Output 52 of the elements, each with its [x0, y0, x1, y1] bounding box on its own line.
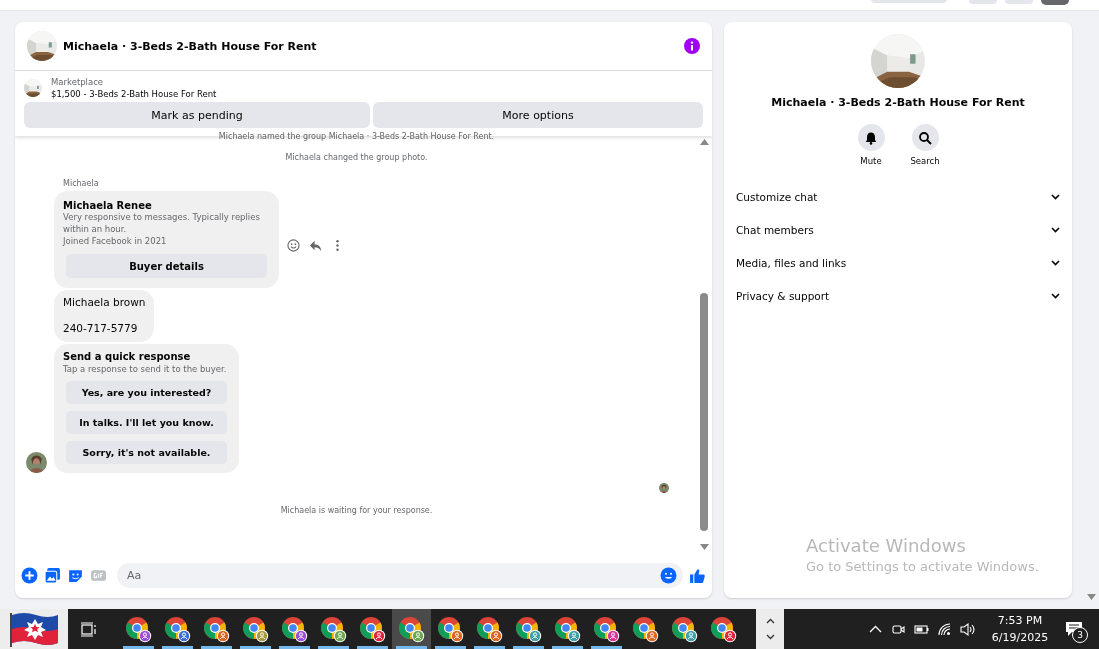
taskbar-clock[interactable]: 7:53 PM 6/19/2025 [989, 612, 1051, 646]
message-text: Michaela brown [63, 296, 146, 309]
bell-icon [864, 130, 878, 145]
listing-action-button[interactable]: More options [373, 102, 703, 128]
notification-count: 3 [1072, 627, 1088, 643]
section-header[interactable]: Customize chat [736, 180, 1060, 213]
scroll-up-arrow-icon[interactable] [699, 139, 709, 145]
task-view-icon[interactable] [79, 620, 97, 638]
quick-response-title: Send a quick response [63, 351, 192, 362]
system-message: Michaela named the group Michaela · 3-Beds 2-Bath House For Rent. [217, 132, 496, 141]
activation-title: Activate Windows [806, 535, 967, 556]
scrollbar-thumb[interactable] [700, 293, 708, 531]
thumbs-up-icon[interactable] [689, 567, 706, 584]
profile-detail: Joined Facebook in 2021 [63, 235, 168, 247]
chevron-down-icon[interactable] [765, 634, 775, 640]
taskbar-app[interactable] [392, 609, 431, 649]
wifi-icon[interactable] [937, 621, 952, 637]
listing-source: Marketplace [51, 77, 105, 87]
sticker-icon[interactable] [67, 567, 84, 584]
scroll-down-arrow-icon[interactable] [1087, 594, 1096, 600]
listing-title: $1,500 - 3-Beds 2-Bath House For Rent [51, 89, 217, 99]
composer-field[interactable]: Aa [117, 563, 683, 588]
sender-name: Michaela [63, 179, 100, 188]
system-message: Michaela changed the group photo. [284, 153, 429, 162]
quick-response-button[interactable]: Yes, are you interested? [66, 381, 227, 404]
chevron-up-icon[interactable] [765, 618, 775, 624]
message-input[interactable]: Aa [125, 568, 660, 583]
photo-icon[interactable] [44, 567, 61, 584]
search-icon [918, 130, 932, 145]
quick-response-button[interactable]: Sorry, it's not available. [66, 441, 227, 464]
activation-text: Go to Settings to activate Windows. [806, 559, 1039, 574]
flag-icon[interactable] [8, 611, 60, 647]
plus-icon[interactable] [21, 567, 38, 584]
profile-name: Michaela Renee [63, 200, 153, 211]
section-header[interactable]: Chat members [736, 213, 1060, 246]
profile-detail: Very responsive to messages. Typically replies within an hour. [63, 211, 261, 235]
info-icon[interactable] [684, 38, 700, 54]
smiley-icon[interactable] [287, 239, 300, 252]
section-header[interactable]: Privacy & support [736, 279, 1060, 312]
chat-title: Michaela · 3-Beds 2-Bath House For Rent [771, 96, 1025, 109]
quick-response-button[interactable]: In talks. I'll let you know. [66, 411, 227, 434]
buyer-details-button[interactable]: Buyer details [66, 254, 267, 278]
system-message: Michaela is waiting for your response. [279, 506, 434, 515]
message-text: 240-717-5779 [63, 322, 139, 335]
quick-response-hint: Tap a response to send it to the buyer. [63, 364, 228, 374]
emoji-icon[interactable] [660, 567, 677, 584]
reply-icon[interactable] [309, 239, 322, 252]
scroll-down-arrow-icon[interactable] [699, 544, 709, 550]
listing-action-button[interactable]: Mark as pending [24, 102, 370, 128]
section-header[interactable]: Media, files and links [736, 246, 1060, 279]
chat-title: Michaela · 3-Beds 2-Bath House For Rent [63, 39, 318, 53]
volume-icon[interactable] [960, 621, 975, 637]
